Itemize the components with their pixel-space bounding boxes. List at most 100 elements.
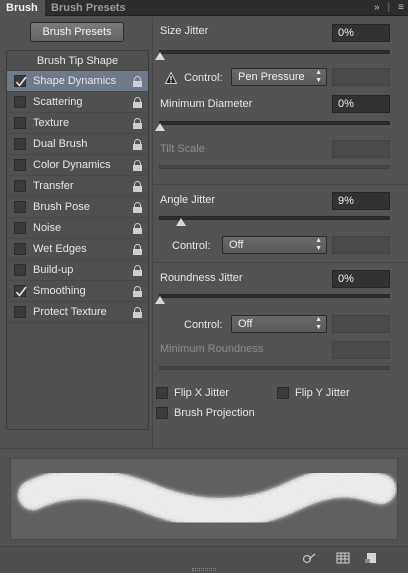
option-label: Wet Edges — [33, 243, 87, 255]
min-roundness-field — [332, 341, 390, 359]
divider — [152, 18, 153, 448]
bottom-toolbar — [0, 546, 408, 573]
option-label: Color Dynamics — [33, 159, 111, 171]
brush-option-dual-brush[interactable]: Dual Brush — [7, 134, 148, 155]
roundness-control-value: Off — [238, 318, 253, 330]
min-diameter-label: Minimum Diameter — [160, 98, 253, 110]
option-label: Shape Dynamics — [33, 75, 117, 87]
brush-option-texture[interactable]: Texture — [7, 113, 148, 134]
lock-icon[interactable] — [133, 265, 142, 276]
brush-projection-checkbox[interactable] — [156, 407, 168, 419]
angle-control-select[interactable]: Off ▲ ▼ — [222, 236, 327, 254]
section-divider — [153, 262, 408, 263]
roundness-jitter-value[interactable]: 0% — [332, 270, 390, 288]
tilt-scale-label: Tilt Scale — [160, 143, 205, 155]
lock-icon[interactable] — [133, 307, 142, 318]
brush-option-scattering[interactable]: Scattering — [7, 92, 148, 113]
flip-y-checkbox[interactable] — [277, 387, 289, 399]
brush-option-protect-texture[interactable]: Protect Texture — [7, 302, 148, 323]
min-roundness-slider — [159, 366, 390, 370]
grid-icon[interactable] — [336, 552, 350, 564]
size-jitter-value[interactable]: 0% — [332, 24, 390, 42]
angle-jitter-value[interactable]: 9% — [332, 192, 390, 210]
tilt-scale-field — [332, 140, 390, 158]
section-divider — [153, 184, 408, 185]
option-checkbox[interactable] — [14, 159, 26, 171]
option-checkbox[interactable] — [14, 180, 26, 192]
slider-thumb[interactable] — [155, 52, 165, 60]
option-checkbox[interactable] — [14, 222, 26, 234]
option-label: Dual Brush — [33, 138, 88, 150]
warning-icon — [165, 72, 177, 84]
brush-option-shape-dynamics[interactable]: Shape Dynamics — [7, 71, 148, 92]
lock-icon[interactable] — [133, 97, 142, 108]
angle-jitter-slider[interactable] — [159, 216, 390, 226]
angle-control-label: Control: — [172, 240, 211, 252]
lock-icon[interactable] — [133, 244, 142, 255]
option-checkbox[interactable] — [14, 243, 26, 255]
size-jitter-label: Size Jitter — [160, 25, 209, 37]
lock-icon[interactable] — [133, 139, 142, 150]
lock-icon[interactable] — [133, 286, 142, 297]
panel-menu-icon[interactable]: ≡ — [398, 0, 404, 16]
size-jitter-slider[interactable] — [155, 50, 390, 60]
option-checkbox[interactable] — [14, 117, 26, 129]
lock-icon[interactable] — [133, 223, 142, 234]
roundness-control-select[interactable]: Off ▲ ▼ — [231, 315, 327, 333]
option-label: Protect Texture — [33, 306, 107, 318]
flip-x-label: Flip X Jitter — [174, 387, 230, 399]
min-roundness-label: Minimum Roundness — [160, 343, 264, 355]
toggle-live-tip-icon[interactable] — [302, 552, 316, 564]
size-control-value: Pen Pressure — [238, 71, 305, 83]
option-label: Scattering — [33, 96, 83, 108]
flip-x-checkbox[interactable] — [156, 387, 168, 399]
angle-jitter-label: Angle Jitter — [160, 194, 216, 206]
size-control-label: Control: — [184, 72, 223, 84]
chevron-updown-icon: ▲ ▼ — [315, 69, 322, 84]
brush-options-list: Brush Tip Shape Shape Dynamics Scattering… — [6, 50, 149, 430]
option-checkbox[interactable] — [14, 75, 27, 87]
new-preset-icon[interactable] — [364, 552, 378, 564]
tab-brush-presets[interactable]: Brush Presets — [45, 0, 132, 16]
lock-icon[interactable] — [133, 181, 142, 192]
resize-grip[interactable] — [192, 568, 216, 571]
slider-thumb[interactable] — [155, 123, 165, 131]
lock-icon[interactable] — [133, 160, 142, 171]
brush-projection-label: Brush Projection — [174, 407, 255, 419]
option-checkbox[interactable] — [14, 285, 27, 297]
brush-option-transfer[interactable]: Transfer — [7, 176, 148, 197]
min-diameter-slider[interactable] — [155, 121, 390, 131]
brush-option-color-dynamics[interactable]: Color Dynamics — [7, 155, 148, 176]
chevron-updown-icon: ▲ ▼ — [315, 237, 322, 252]
option-checkbox[interactable] — [14, 201, 26, 213]
option-label: Build-up — [33, 264, 74, 276]
brush-option-brush-pose[interactable]: Brush Pose — [7, 197, 148, 218]
brush-option-noise[interactable]: Noise — [7, 218, 148, 239]
option-checkbox[interactable] — [14, 138, 26, 150]
angle-control-value: Off — [229, 239, 244, 251]
angle-control-extra-field — [332, 236, 390, 254]
brush-stroke-image — [18, 467, 396, 529]
option-label: Smoothing — [33, 285, 86, 297]
brush-option-build-up[interactable]: Build-up — [7, 260, 148, 281]
option-checkbox[interactable] — [14, 306, 26, 318]
lock-icon[interactable] — [133, 76, 142, 87]
brush-presets-button[interactable]: Brush Presets — [30, 22, 124, 42]
brush-tip-shape-item[interactable]: Brush Tip Shape — [7, 51, 148, 71]
brush-option-smoothing[interactable]: Smoothing — [7, 281, 148, 302]
slider-thumb[interactable] — [175, 218, 186, 226]
option-checkbox[interactable] — [14, 264, 26, 276]
brush-option-wet-edges[interactable]: Wet Edges — [7, 239, 148, 260]
lock-icon[interactable] — [133, 118, 142, 129]
tab-brush[interactable]: Brush — [0, 0, 45, 16]
lock-icon[interactable] — [133, 202, 142, 213]
slider-thumb[interactable] — [155, 296, 165, 304]
size-control-select[interactable]: Pen Pressure ▲ ▼ — [231, 68, 327, 86]
roundness-jitter-slider[interactable] — [155, 294, 390, 304]
min-diameter-value[interactable]: 0% — [332, 95, 390, 113]
option-label: Transfer — [33, 180, 74, 192]
collapse-icon[interactable]: » — [374, 0, 380, 16]
panel-controls: » | ≡ — [374, 0, 404, 16]
chevron-updown-icon: ▲ ▼ — [315, 316, 322, 331]
option-checkbox[interactable] — [14, 96, 26, 108]
